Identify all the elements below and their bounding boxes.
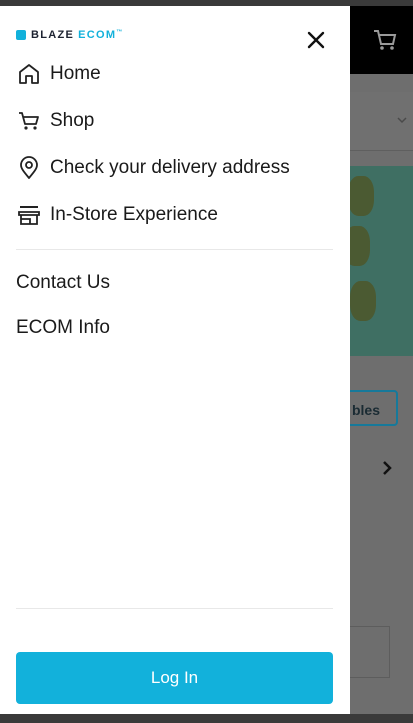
contact-us-link[interactable]: Contact Us bbox=[16, 272, 110, 294]
nav-item-label: Shop bbox=[50, 110, 95, 131]
nav-item-label: In-Store Experience bbox=[50, 204, 218, 225]
nav-item-label: Check your delivery address bbox=[50, 157, 290, 178]
product-image bbox=[340, 166, 413, 356]
chevron-down-icon bbox=[397, 117, 407, 124]
ecom-info-link[interactable]: ECOM Info bbox=[16, 317, 110, 339]
navigation-drawer: BLAZE ECOM™ Home Shop Check your deliver… bbox=[0, 6, 350, 714]
store-icon bbox=[16, 202, 42, 228]
nav-item-delivery-address[interactable]: Check your delivery address bbox=[16, 154, 290, 182]
brand-name-part1: BLAZE bbox=[31, 29, 75, 41]
nav-item-home[interactable]: Home bbox=[16, 60, 101, 88]
bottom-strip bbox=[0, 714, 413, 723]
location-pin-icon bbox=[16, 155, 42, 181]
brand-mark-icon bbox=[16, 30, 26, 40]
divider bbox=[16, 608, 333, 609]
nav-item-in-store-experience[interactable]: In-Store Experience bbox=[16, 201, 218, 229]
chevron-right-icon[interactable] bbox=[380, 460, 394, 476]
log-in-button[interactable]: Log In bbox=[16, 652, 333, 704]
home-icon bbox=[16, 61, 42, 87]
header-cart-icon[interactable] bbox=[372, 28, 398, 52]
nav-item-label: Home bbox=[50, 63, 101, 84]
close-icon[interactable] bbox=[304, 28, 328, 52]
brand-name-part2: ECOM™ bbox=[78, 29, 124, 41]
cart-icon bbox=[16, 108, 42, 134]
brand-logo: BLAZE ECOM™ bbox=[16, 28, 124, 42]
nav-item-shop[interactable]: Shop bbox=[16, 107, 94, 135]
divider bbox=[16, 249, 333, 250]
